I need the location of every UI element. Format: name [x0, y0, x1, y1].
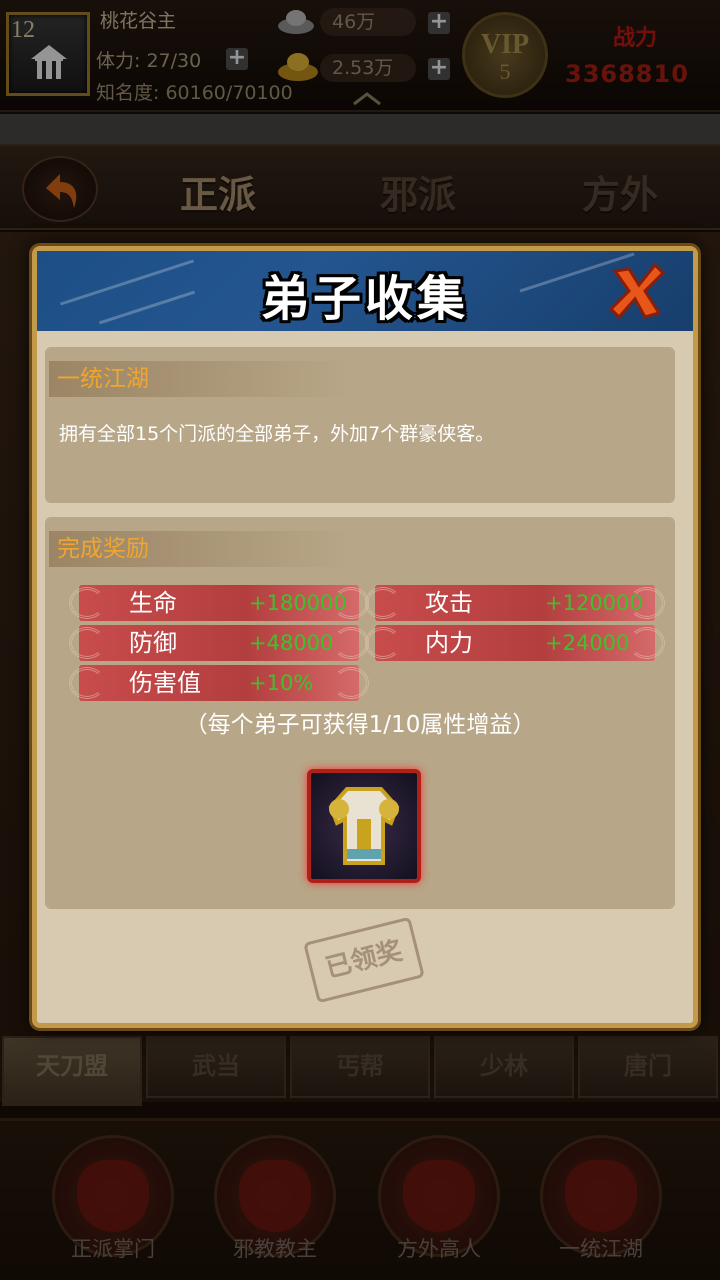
achievement-panel: 一统江湖 拥有全部15个门派的全部弟子，外加7个群豪侠客。: [45, 347, 675, 503]
stat-inner-power: 内力 +24000: [365, 625, 665, 661]
stat-name: 伤害值: [129, 669, 201, 697]
stat-damage: 伤害值 +10%: [69, 665, 369, 701]
stat-defense: 防御 +48000: [69, 625, 369, 661]
stat-name: 攻击: [425, 589, 473, 617]
stat-value: +120000: [545, 591, 643, 615]
stat-hp: 生命 +180000: [69, 585, 369, 621]
disciple-collection-modal: 弟子收集 一统江湖 拥有全部15个门派的全部弟子，外加7个群豪侠客。 完成奖励 …: [32, 246, 698, 1028]
modal-header: 弟子收集: [37, 251, 693, 331]
stat-name: 内力: [425, 629, 473, 657]
modal-title: 弟子收集: [260, 271, 469, 327]
reward-panel: 完成奖励 生命 +180000 攻击 +120000 防御 +48000 内力 …: [45, 517, 675, 909]
achievement-description: 拥有全部15个门派的全部弟子，外加7个群豪侠客。: [59, 423, 495, 445]
claimed-stamp: 已领奖: [303, 916, 425, 1004]
stat-value: +24000: [545, 631, 630, 655]
stat-attack: 攻击 +120000: [365, 585, 665, 621]
stat-value: +48000: [249, 631, 334, 655]
stat-name: 防御: [129, 629, 177, 657]
close-icon[interactable]: [605, 259, 669, 323]
armor-icon: [328, 787, 400, 865]
reward-note: （每个弟子可获得1/10属性增益）: [184, 712, 536, 738]
reward-title: 完成奖励: [49, 531, 349, 567]
stat-name: 生命: [129, 589, 177, 617]
reward-armor-item[interactable]: [307, 769, 421, 883]
stat-value: +10%: [249, 671, 314, 695]
stat-value: +180000: [249, 591, 347, 615]
achievement-title: 一统江湖: [49, 361, 349, 397]
